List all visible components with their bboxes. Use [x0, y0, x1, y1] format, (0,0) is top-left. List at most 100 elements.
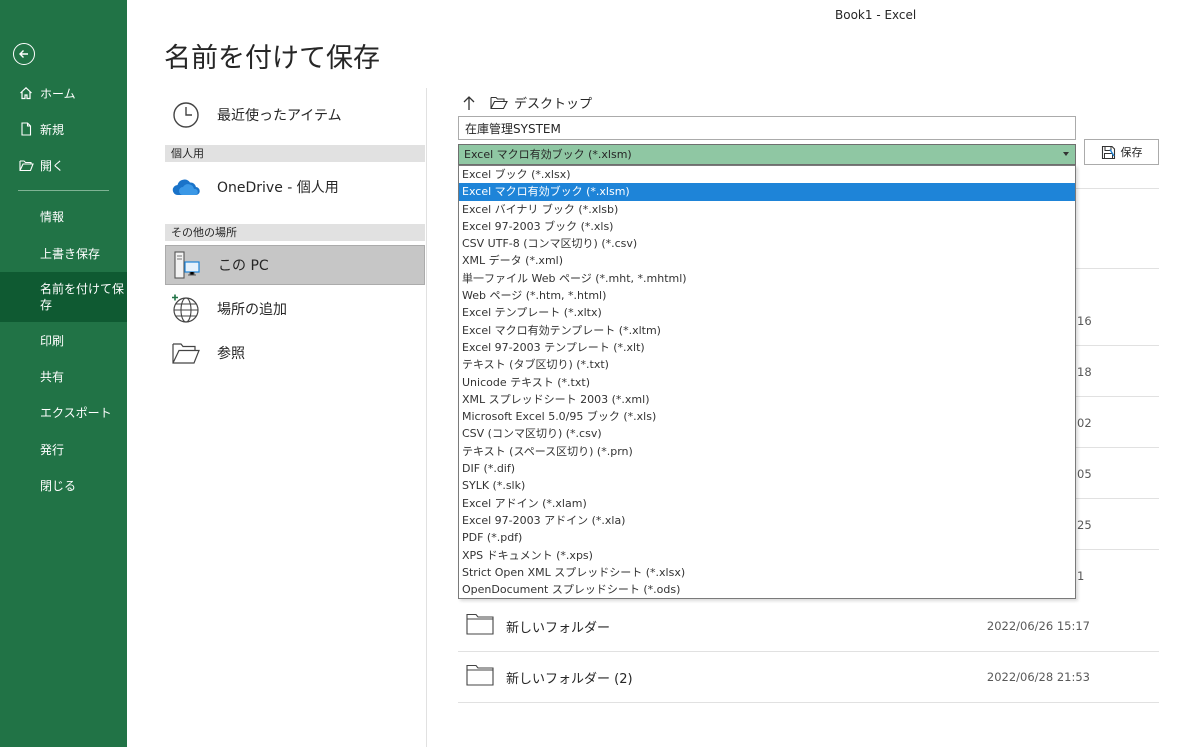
- file-date-partial: 18: [1077, 365, 1092, 379]
- current-folder-label: デスクトップ: [514, 97, 593, 112]
- folder-icon: [466, 664, 494, 690]
- filetype-option[interactable]: PDF (*.pdf): [459, 529, 1075, 546]
- filetype-option[interactable]: Excel アドイン (*.xlam): [459, 495, 1075, 512]
- file-date: 2022/06/26 15:17: [986, 619, 1090, 633]
- location-this-pc[interactable]: この PC: [165, 245, 425, 285]
- filetype-option[interactable]: CSV UTF-8 (コンマ区切り) (*.csv): [459, 235, 1075, 252]
- nav-close[interactable]: 閉じる: [0, 468, 127, 502]
- filetype-option[interactable]: OpenDocument スプレッドシート (*.ods): [459, 581, 1075, 598]
- folder-browse-icon: [171, 338, 201, 368]
- file-row[interactable]: 新しいフォルダー 2022/06/26 15:17: [458, 601, 1159, 652]
- filetype-option[interactable]: Excel 97-2003 ブック (*.xls): [459, 218, 1075, 235]
- nav-home-label: ホーム: [40, 86, 76, 101]
- up-arrow-icon[interactable]: [462, 95, 476, 111]
- nav-home[interactable]: ホーム: [0, 76, 127, 110]
- column-divider: [426, 88, 427, 747]
- filetype-option[interactable]: Excel バイナリ ブック (*.xlsb): [459, 201, 1075, 218]
- file-name: 新しいフォルダー (2): [506, 671, 633, 687]
- current-folder[interactable]: デスクトップ: [490, 93, 592, 112]
- section-other: その他の場所: [165, 224, 425, 241]
- nav-publish-label: 発行: [40, 442, 65, 457]
- folder-open-icon: [18, 157, 34, 173]
- folder-icon: [490, 96, 508, 109]
- back-button[interactable]: [13, 43, 35, 65]
- dropdown-caret-icon: [1063, 152, 1069, 156]
- save-button-label: 保存: [1120, 146, 1143, 159]
- filetype-option[interactable]: テキスト (スペース区切り) (*.prn): [459, 443, 1075, 460]
- location-recent-label: 最近使ったアイテム: [217, 108, 342, 124]
- folder-icon: [466, 613, 494, 639]
- filetype-select[interactable]: Excel マクロ有効ブック (*.xlsm): [458, 144, 1076, 165]
- filetype-option[interactable]: SYLK (*.slk): [459, 477, 1075, 494]
- filetype-option[interactable]: Excel 97-2003 アドイン (*.xla): [459, 512, 1075, 529]
- home-icon: [18, 85, 34, 101]
- file-name: 新しいフォルダー: [506, 620, 611, 636]
- location-add-place-label: 場所の追加: [217, 302, 287, 318]
- filetype-option[interactable]: Excel ブック (*.xlsx): [459, 166, 1075, 183]
- nav-open[interactable]: 開く: [0, 148, 127, 182]
- nav-new[interactable]: 新規: [0, 112, 127, 146]
- filetype-option[interactable]: Excel 97-2003 テンプレート (*.xlt): [459, 339, 1075, 356]
- filetype-dropdown-list: Excel ブック (*.xlsx) Excel マクロ有効ブック (*.xlsm…: [458, 165, 1076, 599]
- file-date-partial: 02: [1077, 416, 1092, 430]
- nav-save[interactable]: 上書き保存: [0, 236, 127, 270]
- file-date: 2022/06/28 21:53: [986, 670, 1090, 684]
- path-bar: デスクトップ: [462, 93, 592, 112]
- arrow-left-icon: [19, 50, 28, 58]
- file-date-partial: 25: [1077, 518, 1092, 532]
- nav-share-label: 共有: [40, 369, 65, 384]
- location-browse-label: 参照: [217, 346, 245, 362]
- filetype-option[interactable]: Unicode テキスト (*.txt): [459, 374, 1075, 391]
- nav-divider: [18, 190, 109, 191]
- nav-export[interactable]: エクスポート: [0, 395, 127, 429]
- page-title: 名前を付けて保存: [164, 43, 380, 74]
- filetype-option[interactable]: Web ページ (*.htm, *.html): [459, 287, 1075, 304]
- nav-save-label: 上書き保存: [40, 246, 101, 261]
- nav-publish[interactable]: 発行: [0, 432, 127, 466]
- onedrive-cloud-icon: [171, 172, 201, 202]
- filetype-option[interactable]: Excel マクロ有効ブック (*.xlsm): [459, 183, 1075, 201]
- filetype-option[interactable]: XML データ (*.xml): [459, 252, 1075, 269]
- file-row[interactable]: 新しいフォルダー (2) 2022/06/28 21:53: [458, 652, 1159, 703]
- filetype-option[interactable]: CSV (コンマ区切り) (*.csv): [459, 425, 1075, 442]
- location-recent[interactable]: 最近使ったアイテム: [165, 98, 425, 132]
- location-onedrive[interactable]: OneDrive - 個人用: [165, 170, 425, 204]
- filetype-selected-label: Excel マクロ有効ブック (*.xlsm): [464, 148, 632, 161]
- file-date-partial: 1: [1077, 569, 1085, 583]
- filename-input[interactable]: [458, 116, 1076, 140]
- nav-export-label: エクスポート: [40, 405, 112, 420]
- location-this-pc-label: この PC: [218, 258, 269, 274]
- nav-open-label: 開く: [40, 158, 65, 173]
- filetype-option[interactable]: テキスト (タブ区切り) (*.txt): [459, 356, 1075, 373]
- filetype-option[interactable]: XPS ドキュメント (*.xps): [459, 547, 1075, 564]
- clock-icon: [171, 100, 201, 130]
- filetype-option[interactable]: 単一ファイル Web ページ (*.mht, *.mhtml): [459, 270, 1075, 287]
- nav-info[interactable]: 情報: [0, 199, 127, 233]
- filetype-option[interactable]: Strict Open XML スプレッドシート (*.xlsx): [459, 564, 1075, 581]
- nav-print-label: 印刷: [40, 333, 65, 348]
- nav-new-label: 新規: [40, 122, 65, 137]
- nav-save-as-label: 名前を付けて保 存: [40, 282, 125, 312]
- location-browse[interactable]: 参照: [165, 336, 425, 370]
- filetype-option[interactable]: Microsoft Excel 5.0/95 ブック (*.xls): [459, 408, 1075, 425]
- new-file-icon: [18, 121, 34, 137]
- nav-share[interactable]: 共有: [0, 359, 127, 393]
- nav-info-label: 情報: [40, 209, 65, 224]
- window-title: Book1 - Excel: [835, 8, 917, 22]
- save-disk-icon: [1101, 145, 1115, 159]
- location-onedrive-label: OneDrive - 個人用: [217, 180, 339, 196]
- backstage-sidebar: ホーム 新規 開く 情報 上書き保存 名前を付けて保 存 印刷 共有 エクスポー…: [0, 0, 127, 747]
- filetype-option[interactable]: DIF (*.dif): [459, 460, 1075, 477]
- section-personal: 個人用: [165, 145, 425, 162]
- filetype-option[interactable]: XML スプレッドシート 2003 (*.xml): [459, 391, 1075, 408]
- nav-print[interactable]: 印刷: [0, 323, 127, 357]
- nav-save-as[interactable]: 名前を付けて保 存: [0, 272, 127, 322]
- filetype-option[interactable]: Excel テンプレート (*.xltx): [459, 304, 1075, 321]
- nav-close-label: 閉じる: [40, 478, 77, 493]
- computer-icon: [172, 250, 202, 280]
- file-date-partial: 16: [1077, 314, 1092, 328]
- filetype-option[interactable]: Excel マクロ有効テンプレート (*.xltm): [459, 322, 1075, 339]
- save-button[interactable]: 保存: [1084, 139, 1159, 165]
- globe-add-icon: [171, 294, 201, 324]
- location-add-place[interactable]: 場所の追加: [165, 292, 425, 326]
